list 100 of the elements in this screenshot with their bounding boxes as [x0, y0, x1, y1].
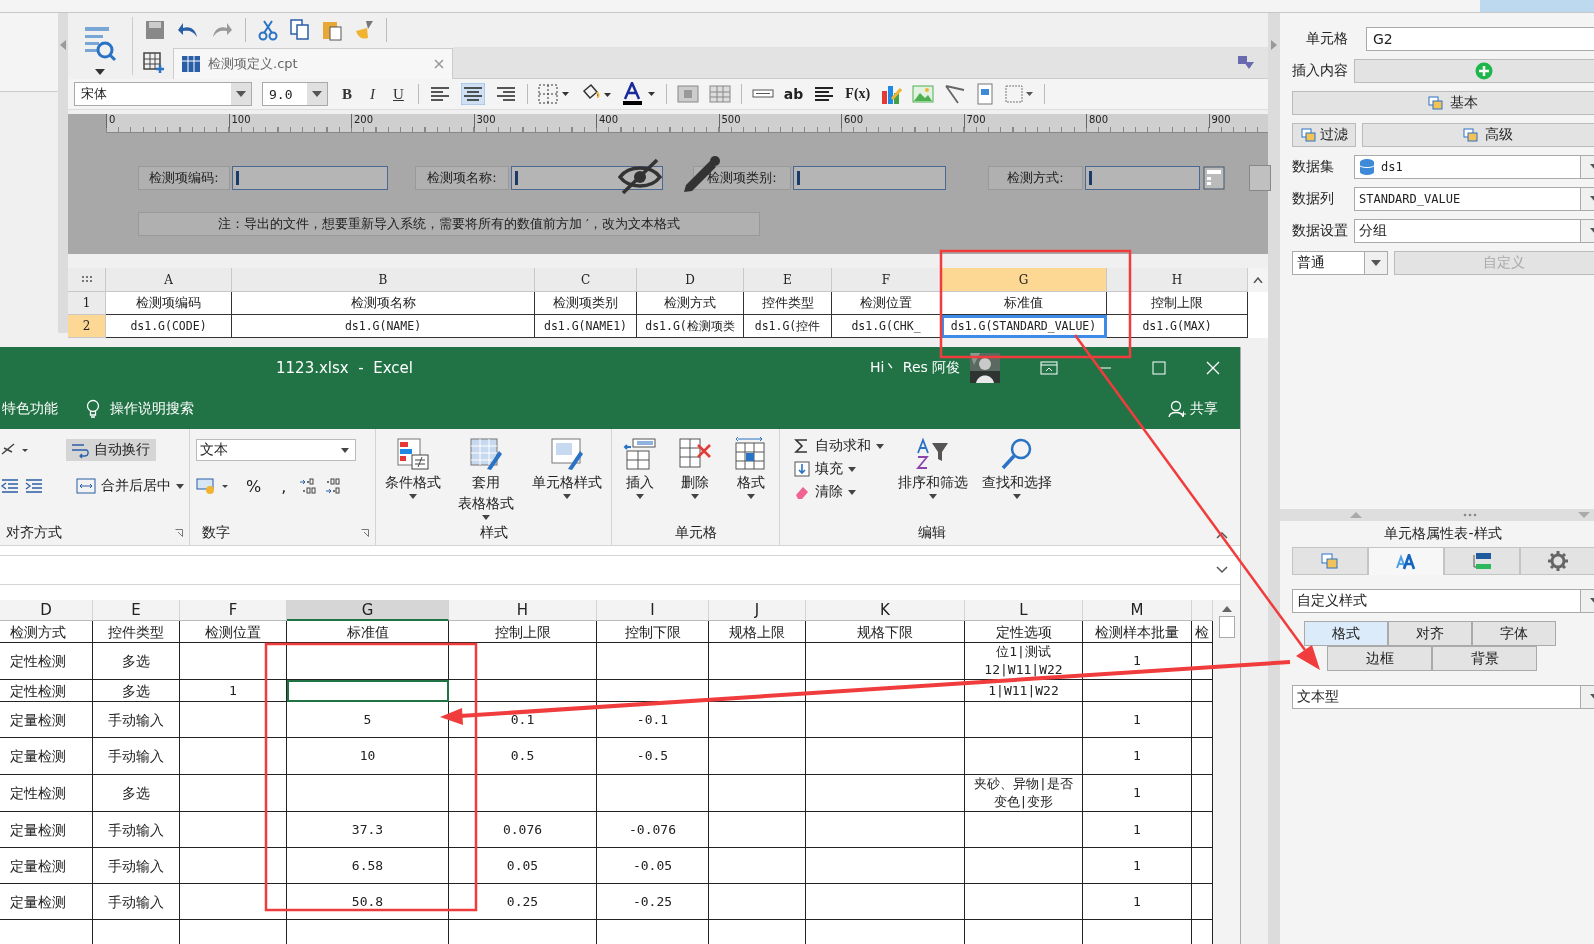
ribbon-display-icon[interactable]: [1040, 361, 1059, 375]
vertical-scrollbar[interactable]: [1213, 600, 1240, 944]
table-cell[interactable]: 多选: [93, 643, 180, 680]
border-icon[interactable]: [537, 84, 570, 104]
collapse-handle[interactable]: [58, 13, 68, 333]
table-cell[interactable]: 0.076: [449, 812, 597, 848]
table-cell[interactable]: 手动输入: [93, 738, 180, 775]
column-header[interactable]: D: [0, 600, 93, 621]
grid-cell[interactable]: 控件类型: [744, 292, 832, 315]
ribbon-button[interactable]: 条件格式: [384, 437, 441, 521]
copy-icon[interactable]: [290, 18, 310, 41]
grid-cell[interactable]: 检测项名称: [232, 292, 535, 315]
ribbon-button[interactable]: 查找和选择: [982, 437, 1052, 521]
table-cell[interactable]: [806, 738, 965, 775]
ribbon-button[interactable]: 删除: [678, 437, 713, 521]
wrap-text-button[interactable]: 自动换行: [66, 439, 156, 461]
document-icon[interactable]: [976, 83, 995, 105]
column-header[interactable]: G: [287, 600, 449, 621]
image-icon[interactable]: [912, 85, 935, 103]
align-center-icon[interactable]: [460, 83, 485, 105]
grid-cell[interactable]: ds1.G(控件: [744, 315, 832, 338]
table-cell[interactable]: [180, 848, 287, 884]
column-header[interactable]: B: [232, 268, 535, 292]
table-cell[interactable]: [806, 848, 965, 884]
close-icon[interactable]: [434, 59, 444, 69]
table-cell[interactable]: 标准值: [287, 621, 449, 643]
user-name[interactable]: Hi丶 Res 阿俊: [870, 359, 961, 377]
table-cell[interactable]: 规格下限: [806, 621, 965, 643]
table-cell[interactable]: 位1|测试 12|W11|W22: [965, 643, 1083, 680]
slash-icon[interactable]: [944, 84, 967, 104]
table-cell[interactable]: 手动输入: [93, 812, 180, 848]
table-cell[interactable]: [806, 680, 965, 702]
align-left-icon[interactable]: [428, 85, 451, 103]
table-cell[interactable]: -0.1: [597, 702, 709, 738]
row-header[interactable]: 2: [68, 315, 106, 338]
scroll-thumb[interactable]: [1218, 616, 1235, 638]
table-cell[interactable]: -0.25: [597, 884, 709, 920]
table-cell[interactable]: [709, 848, 806, 884]
ribbon-button[interactable]: 单元格样式: [532, 437, 603, 521]
column-header[interactable]: H: [449, 600, 597, 621]
table-cell[interactable]: [709, 738, 806, 775]
table-cell[interactable]: [709, 812, 806, 848]
ribbon-button[interactable]: 插入: [622, 437, 657, 521]
column-header[interactable]: I: [597, 600, 709, 621]
hidden-eye-icon[interactable]: [617, 157, 663, 195]
table-cell[interactable]: 1: [1083, 884, 1192, 920]
number-format-select[interactable]: 文本: [196, 439, 356, 461]
panel-tab[interactable]: [1520, 547, 1594, 575]
table-cell[interactable]: 检测位置: [180, 621, 287, 643]
grid-cell[interactable]: ds1.G(STANDARD_VALUE): [941, 315, 1107, 338]
table-cell[interactable]: 定性选项: [965, 621, 1083, 643]
table-cell[interactable]: [709, 702, 806, 738]
column-header[interactable]: G: [941, 268, 1107, 292]
split-cells-icon[interactable]: [708, 84, 731, 104]
launcher-icon[interactable]: [361, 529, 369, 537]
caret-icon[interactable]: [95, 69, 105, 75]
table-cell[interactable]: 定量检测: [0, 738, 93, 775]
table-cell[interactable]: 0.25: [449, 884, 597, 920]
sub-tab[interactable]: 字体: [1472, 621, 1556, 646]
table-cell[interactable]: 检测方式: [0, 621, 93, 643]
grid-cell[interactable]: ds1.G(MAX): [1107, 315, 1248, 338]
column-header[interactable]: L: [965, 600, 1083, 621]
save-icon[interactable]: [145, 19, 165, 40]
table-cell[interactable]: [965, 738, 1083, 775]
row-header[interactable]: 1: [68, 292, 106, 315]
table-cell[interactable]: 1: [1083, 775, 1192, 812]
table-cell[interactable]: 50.8: [287, 884, 449, 920]
table-cell[interactable]: [709, 643, 806, 680]
format-select[interactable]: 文本型: [1292, 685, 1594, 709]
grid-cell[interactable]: 检测项编码: [106, 292, 232, 315]
grid-cell[interactable]: 检测方式: [637, 292, 744, 315]
decrease-indent-icon[interactable]: [0, 478, 20, 494]
table-cell[interactable]: -0.05: [597, 848, 709, 884]
table-cell[interactable]: [449, 680, 597, 702]
ribbon-button[interactable]: 填充: [794, 460, 884, 478]
sub-tab[interactable]: 边框: [1327, 646, 1432, 671]
table-cell[interactable]: 定量检测: [0, 884, 93, 920]
table-cell[interactable]: [965, 848, 1083, 884]
table-cell[interactable]: [180, 643, 287, 680]
table-cell[interactable]: [806, 643, 965, 680]
table-cell[interactable]: [965, 812, 1083, 848]
table-cell[interactable]: 定量检测: [0, 848, 93, 884]
maximize-icon[interactable]: [1152, 361, 1167, 375]
grid-cell[interactable]: ds1.G(CODE): [106, 315, 232, 338]
table-cell[interactable]: 1: [1083, 738, 1192, 775]
column-header[interactable]: J: [709, 600, 806, 621]
table-cell[interactable]: 0.05: [449, 848, 597, 884]
paragraph-icon[interactable]: [813, 85, 836, 103]
table-cell[interactable]: 10: [287, 738, 449, 775]
text-field-icon[interactable]: [751, 88, 774, 100]
table-cell[interactable]: [287, 680, 449, 702]
launcher-icon[interactable]: [175, 529, 183, 537]
font-select[interactable]: 宋体: [74, 82, 252, 106]
increase-indent-icon[interactable]: [24, 478, 44, 494]
column-header[interactable]: M: [1083, 600, 1192, 621]
mode-select[interactable]: 普通: [1292, 251, 1388, 275]
grid-cell[interactable]: ds1.G(NAME1): [535, 315, 637, 338]
table-cell[interactable]: 定性检测: [0, 775, 93, 812]
grid-cell[interactable]: ds1.G(CHK_: [832, 315, 941, 338]
column-header[interactable]: D: [637, 268, 744, 292]
